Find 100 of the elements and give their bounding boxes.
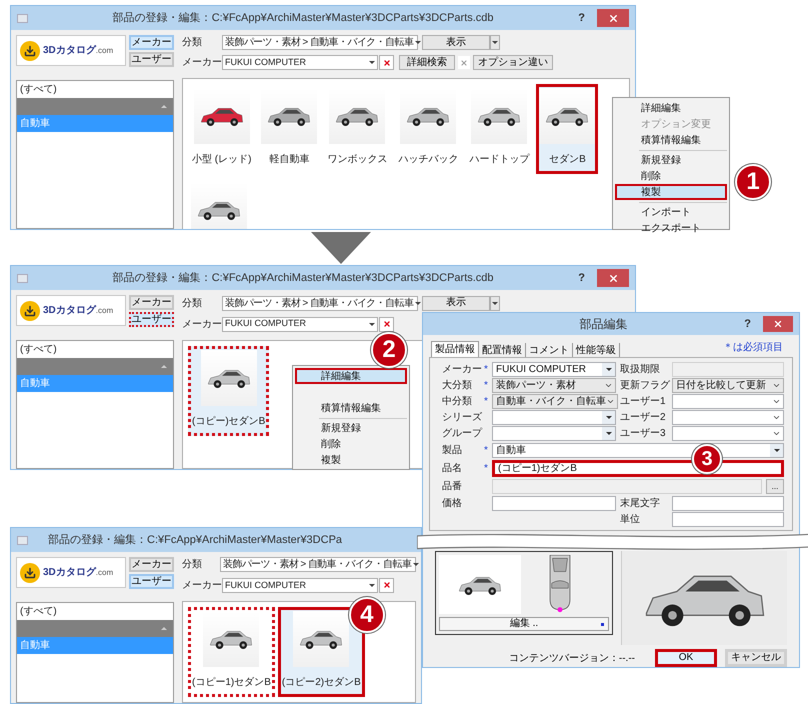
readonly-field[interactable]: [492, 479, 762, 494]
menu-item[interactable]: 複製: [615, 184, 727, 200]
collapse-icon: [161, 627, 167, 630]
option-button[interactable]: オプション違い: [473, 55, 553, 70]
detail-search-button[interactable]: 詳細検索: [399, 55, 455, 70]
required-note: ＊は必須項目: [723, 340, 783, 355]
menu-item[interactable]: 詳細編集: [615, 100, 727, 116]
source-button[interactable]: メーカー: [129, 35, 174, 50]
dialog-button[interactable]: キャンセル: [725, 649, 787, 667]
list-item[interactable]: (すべて): [17, 341, 173, 358]
menu-item[interactable]: 削除: [295, 436, 407, 452]
select-field[interactable]: 自動車・バイク・自転車: [492, 394, 618, 409]
category-dropdown[interactable]: 装飾パーツ・素材 > 自動車・バイク・自転車: [220, 557, 416, 572]
source-button[interactable]: ユーザー: [129, 574, 174, 589]
help-button[interactable]: ?: [744, 316, 751, 332]
category-dropdown[interactable]: 装飾パーツ・素材 > 自動車・バイク・自転車: [222, 35, 418, 50]
field-label: メーカー: [442, 363, 483, 377]
part-label: 軽自動車: [268, 152, 310, 167]
source-button[interactable]: ユーザー: [129, 52, 174, 67]
select-field[interactable]: [672, 410, 784, 425]
dropdown-button[interactable]: [602, 411, 615, 424]
source-button[interactable]: メーカー: [129, 557, 174, 572]
part-tile[interactable]: セダンB: [536, 84, 598, 174]
select-field[interactable]: 日付を比較して更新: [672, 378, 784, 393]
menu-item[interactable]: 複製: [295, 452, 407, 468]
combo-field[interactable]: FUKUI COMPUTER: [492, 362, 616, 377]
help-button[interactable]: ?: [578, 10, 585, 26]
select-field[interactable]: [672, 394, 784, 409]
list-item[interactable]: (すべて): [17, 81, 173, 98]
menu-item[interactable]: 新規登録: [295, 416, 407, 436]
part-label: (コピー1)セダンB: [191, 676, 272, 690]
text-field[interactable]: [492, 496, 616, 511]
window-title: 部品の登録・編集：C:¥FcApp¥ArchiMaster¥Master¥3DCPa: [48, 532, 342, 548]
caret-icon: [413, 563, 420, 566]
text-field[interactable]: [672, 512, 784, 527]
field-label: メーカー: [182, 56, 222, 70]
field-label: 品番: [442, 480, 463, 494]
dropdown-button[interactable]: [602, 363, 615, 376]
part-tile[interactable]: ハードトップ: [465, 84, 534, 174]
part-label: ハードトップ: [468, 152, 530, 167]
part-tile[interactable]: ハッチバック: [394, 84, 462, 174]
clear-button[interactable]: [379, 55, 394, 70]
window-title: 部品の登録・編集：C:¥FcApp¥ArchiMaster¥Master¥3DCParts¥3DCParts.cdb: [112, 10, 494, 26]
combo-field[interactable]: [492, 410, 616, 425]
field-label: ユーザー3: [620, 427, 667, 441]
menu-item[interactable]: 削除: [615, 168, 727, 184]
view-menu-button[interactable]: [490, 35, 500, 50]
maker-dropdown[interactable]: FUKUI COMPUTER: [222, 55, 378, 70]
part-tile[interactable]: 軽自動車: [258, 84, 320, 174]
collapse-icon: [161, 365, 167, 368]
source-button[interactable]: メーカー: [129, 295, 174, 310]
readonly-field[interactable]: [672, 362, 784, 377]
part-label: (コピー2)セダンB: [280, 676, 362, 690]
help-button[interactable]: ?: [578, 270, 585, 286]
app-icon: [17, 274, 28, 282]
part-tile[interactable]: (コピー1)セダンB: [188, 607, 275, 697]
part-tile[interactable]: ワンボックス: [323, 84, 392, 174]
menu-item[interactable]: 新規登録: [615, 148, 727, 168]
required-mark: *: [484, 462, 488, 476]
field-label: 末尾文字: [620, 496, 661, 511]
menu-item[interactable]: 積算情報編集: [615, 132, 727, 148]
view-button[interactable]: 表示: [422, 296, 490, 310]
text-field[interactable]: [672, 496, 784, 511]
field-label: ユーザー2: [620, 411, 667, 425]
menu-item[interactable]: 積算情報編集: [295, 400, 407, 416]
dialog-button[interactable]: OK: [655, 649, 717, 667]
field-label: 単位: [620, 513, 641, 527]
maker-dropdown[interactable]: FUKUI COMPUTER: [222, 578, 378, 593]
tab[interactable]: 製品情報: [431, 341, 479, 357]
dropdown-button[interactable]: [602, 427, 615, 440]
edit-button[interactable]: 編集 ..: [439, 617, 609, 631]
select-field[interactable]: 装飾パーツ・素材: [492, 378, 616, 393]
clear-search-button[interactable]: [458, 56, 470, 69]
app-icon: [17, 14, 28, 22]
maker-dropdown[interactable]: FUKUI COMPUTER: [222, 316, 378, 332]
clear-button[interactable]: [379, 316, 394, 332]
menu-item[interactable]: インポート: [615, 200, 727, 220]
close-button[interactable]: [597, 9, 629, 27]
part-tile[interactable]: 小型 (レッド): [188, 84, 256, 174]
field-label: 中分類: [442, 394, 473, 409]
view-button[interactable]: 表示: [422, 35, 490, 50]
browse-button[interactable]: ...: [766, 479, 784, 494]
menu-item[interactable]: 詳細編集: [295, 368, 407, 384]
step-number-badge: 2: [371, 332, 407, 368]
part-tile[interactable]: (コピー)セダンB: [188, 346, 270, 436]
select-field[interactable]: [672, 426, 784, 441]
dialog-title: 部品編集: [580, 316, 628, 333]
view-menu-button[interactable]: [490, 296, 500, 310]
menu-item[interactable]: エクスポート: [615, 220, 727, 236]
source-button[interactable]: ユーザー: [129, 312, 174, 327]
close-button[interactable]: [763, 316, 793, 332]
field-label: 製品: [442, 444, 463, 458]
download-icon: [20, 562, 40, 582]
clear-button[interactable]: [379, 578, 394, 593]
category-dropdown[interactable]: 装飾パーツ・素材 > 自動車・バイク・自転車: [222, 296, 418, 310]
dropdown-button[interactable]: [770, 444, 783, 457]
close-button[interactable]: [597, 269, 629, 287]
combo-field[interactable]: [492, 426, 616, 441]
list-item[interactable]: (すべて): [17, 603, 173, 620]
field-label: 取扱期限: [620, 362, 661, 377]
